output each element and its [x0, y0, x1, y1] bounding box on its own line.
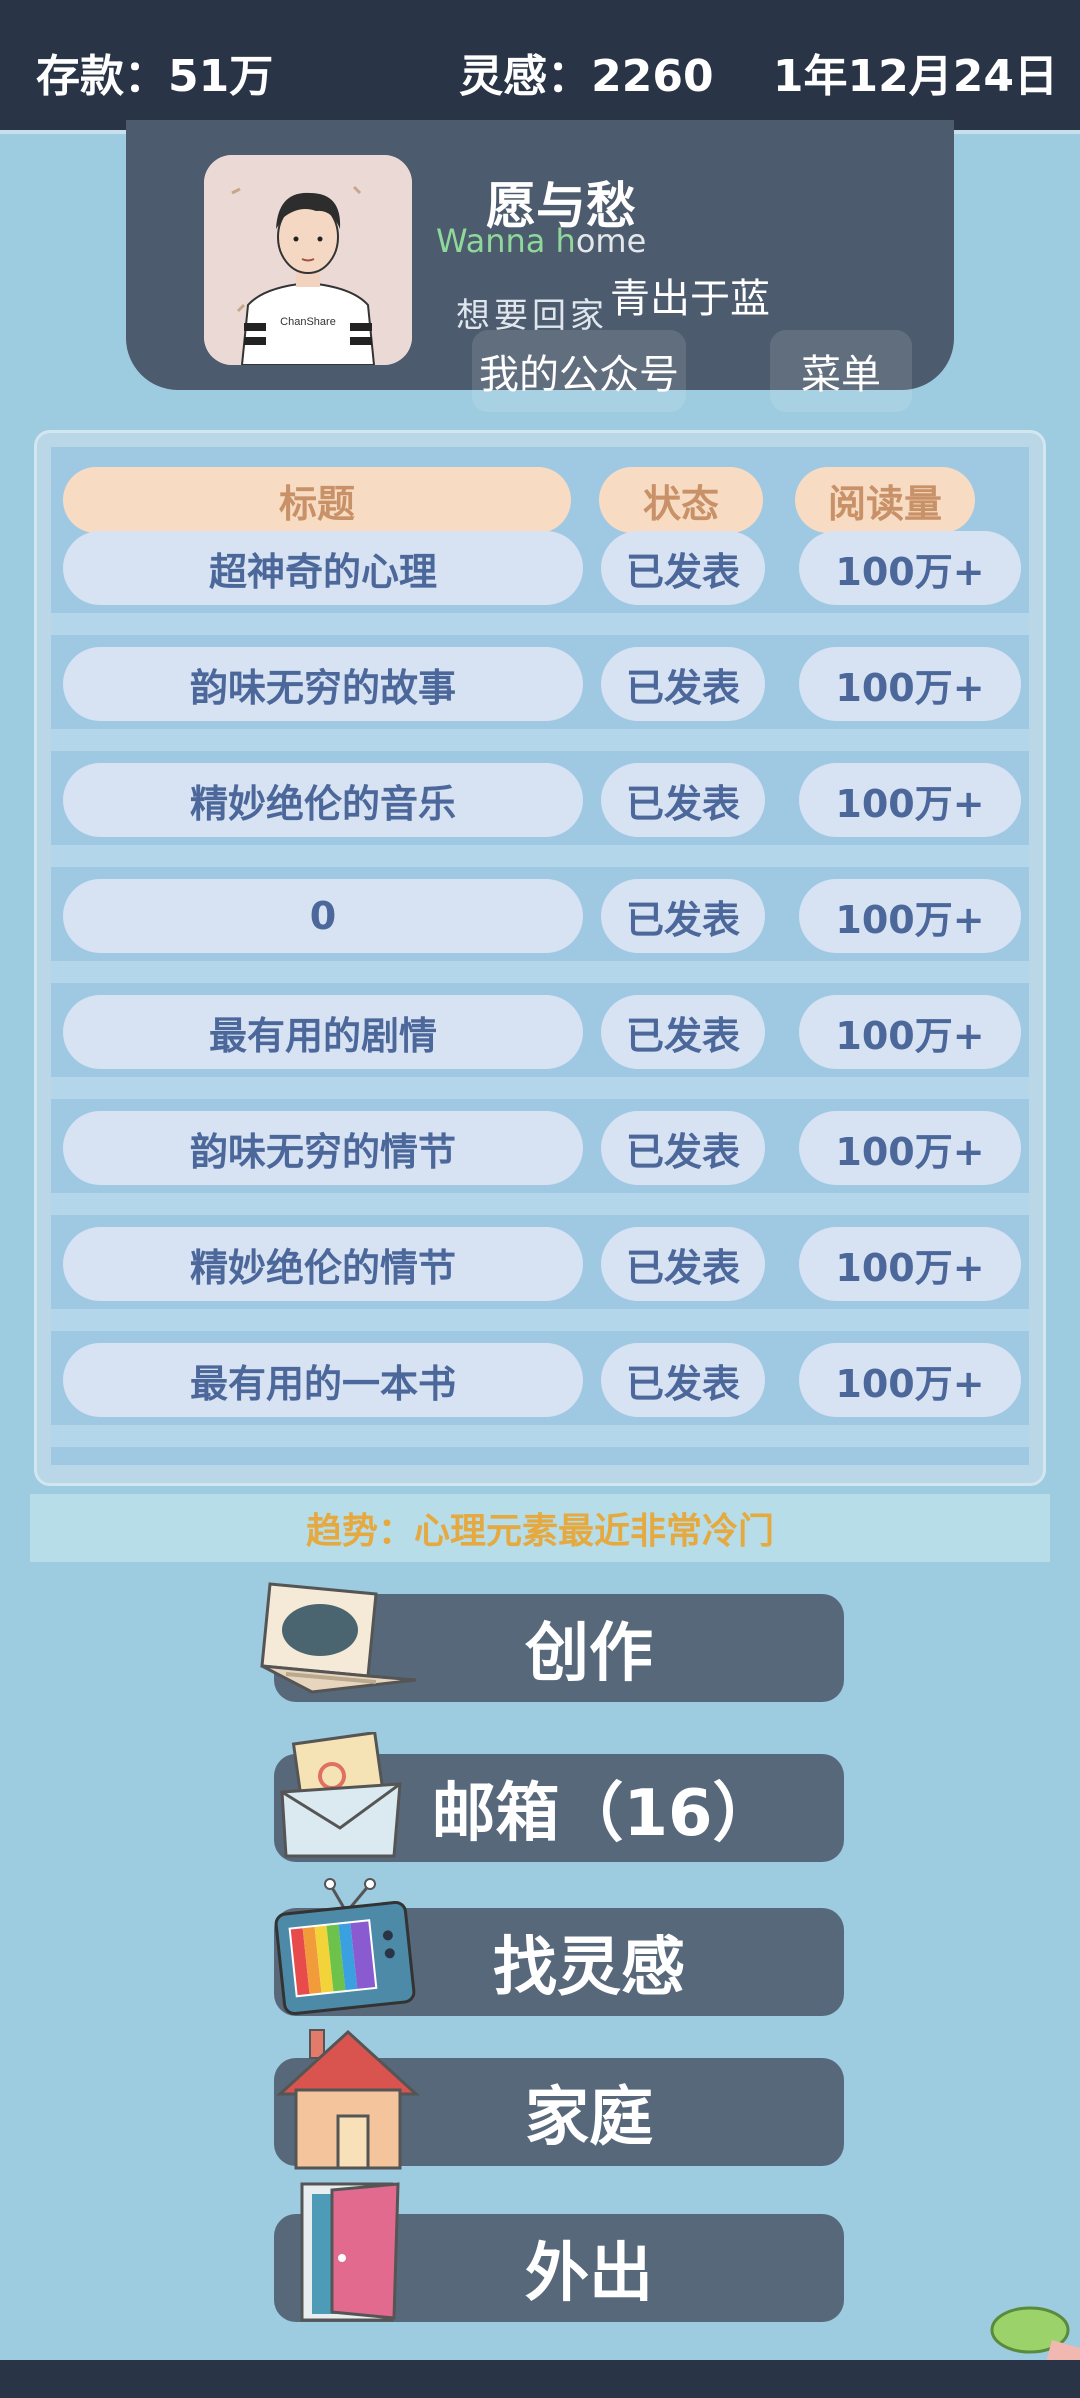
article-reads: 100万+: [799, 879, 1021, 953]
article-reads: 100万+: [799, 1227, 1021, 1301]
article-status: 已发表: [601, 1227, 765, 1301]
article-status: 已发表: [601, 879, 765, 953]
article-status: 已发表: [601, 1111, 765, 1185]
status-right: 灵感：2260 1年12月24日: [459, 40, 1058, 104]
articles-table: 标题 状态 阅读量 超神奇的心理 已发表 100万+ 韵味无穷的故事 已发表 1…: [51, 447, 1029, 1465]
find-inspiration-label: 找灵感: [493, 1931, 685, 2005]
article-title[interactable]: 韵味无穷的情节: [63, 1111, 583, 1185]
article-title[interactable]: 0: [63, 879, 583, 953]
article-title[interactable]: 最有用的一本书: [63, 1343, 583, 1417]
row-separator: [51, 845, 1029, 867]
article-title[interactable]: 精妙绝伦的音乐: [63, 763, 583, 837]
avatar[interactable]: ChanShare: [204, 155, 412, 365]
game-date: 1年12月24日: [772, 51, 1058, 102]
article-status: 已发表: [601, 1343, 765, 1417]
avatar-illustration: ChanShare: [204, 155, 412, 365]
article-status: 已发表: [601, 531, 765, 605]
articles-panel: 标题 状态 阅读量 超神奇的心理 已发表 100万+ 韵味无穷的故事 已发表 1…: [34, 430, 1046, 1486]
shirt-text: ChanShare: [280, 316, 336, 328]
article-reads: 100万+: [799, 1111, 1021, 1185]
article-reads: 100万+: [799, 995, 1021, 1069]
house-icon: [276, 2029, 420, 2170]
inspiration-value: 2260: [591, 51, 714, 102]
menu-button[interactable]: 菜单: [770, 330, 912, 412]
row-separator: [51, 1193, 1029, 1215]
create-label: 创作: [525, 1617, 653, 1691]
savings-display: 存款：51万: [36, 40, 273, 104]
article-title[interactable]: 最有用的剧情: [63, 995, 583, 1069]
article-status: 已发表: [601, 647, 765, 721]
motto-en-prefix: Wanna h: [436, 222, 576, 260]
family-label: 家庭: [525, 2081, 653, 2155]
article-title[interactable]: 超神奇的心理: [63, 531, 583, 605]
row-separator: [51, 1309, 1029, 1331]
row-separator: [51, 1425, 1029, 1447]
tv-icon: [274, 1878, 416, 2016]
article-title[interactable]: 精妙绝伦的情节: [63, 1227, 583, 1301]
header-title: 标题: [63, 467, 571, 533]
trend-banner: 趋势：心理元素最近非常冷门: [30, 1494, 1050, 1562]
row-separator: [51, 1077, 1029, 1099]
article-reads: 100万+: [799, 531, 1021, 605]
article-status: 已发表: [601, 995, 765, 1069]
mailbox-label: 邮箱（16）: [431, 1777, 777, 1851]
leaf-icon: [990, 2306, 1080, 2362]
motto-en-suffix: ome: [575, 222, 647, 260]
door-icon: [300, 2182, 400, 2322]
article-status: 已发表: [601, 763, 765, 837]
motto-english: Wanna home: [436, 222, 646, 260]
go-out-label: 外出: [525, 2237, 653, 2311]
profile-card: ChanShare 愿与愁 Wanna home 想要回家 青出于蓝 我的公众号…: [126, 120, 954, 412]
article-reads: 100万+: [799, 1343, 1021, 1417]
row-separator: [51, 729, 1029, 751]
mail-icon: [280, 1732, 402, 1858]
official-account-button[interactable]: 我的公众号: [472, 330, 686, 412]
bottom-bar: [0, 2360, 1080, 2398]
article-title[interactable]: 韵味无穷的故事: [63, 647, 583, 721]
article-reads: 100万+: [799, 647, 1021, 721]
row-separator: [51, 961, 1029, 983]
laptop-icon: [260, 1582, 417, 1694]
header-reads: 阅读量: [795, 467, 975, 533]
header-status: 状态: [599, 467, 763, 533]
row-separator: [51, 613, 1029, 635]
savings-label: 存款：: [36, 51, 168, 102]
article-reads: 100万+: [799, 763, 1021, 837]
motto-title: 青出于蓝: [610, 276, 770, 322]
inspiration-label: 灵感：: [459, 51, 592, 102]
status-bar: 存款：51万 灵感：2260 1年12月24日: [0, 0, 1080, 130]
savings-value: 51万: [168, 51, 274, 102]
